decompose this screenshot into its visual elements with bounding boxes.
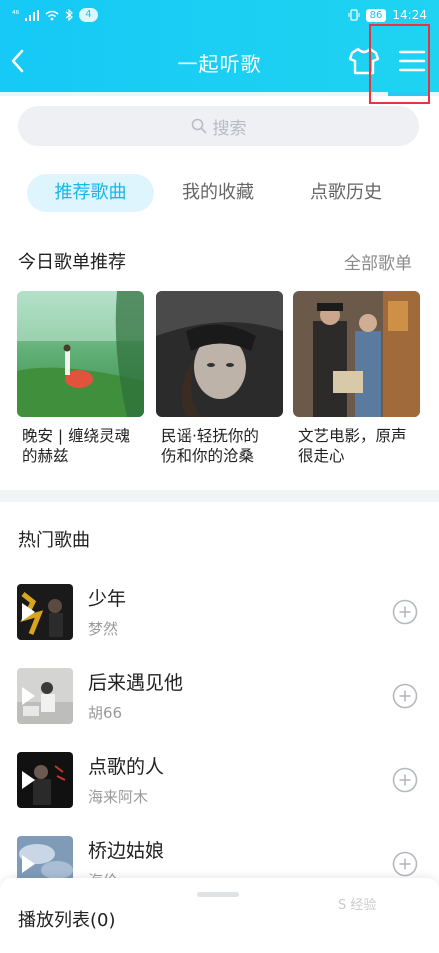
play-icon [22,603,35,621]
status-bar: ⁴⁶ 4 86 14:24 [0,0,439,30]
song-artist: 梦然 [88,620,119,638]
header-underline [0,92,439,96]
search-bar[interactable]: 搜索 [18,106,419,146]
all-playlists-link[interactable]: 全部歌单 [344,249,412,274]
notification-badge: 4 [79,8,98,22]
song-title: 点歌的人 [88,756,165,778]
app-header: ⁴⁶ 4 86 14:24 一起听歌 [0,0,439,96]
song-row[interactable]: 少年 梦然 [0,584,439,646]
playlist-caption-line2: 的赫兹 [22,447,69,465]
cell-signal-icon [25,9,40,21]
tab-recommended[interactable]: 推荐歌曲 [27,174,154,212]
play-icon [22,771,35,789]
daily-section-title: 今日歌单推荐 [18,252,126,273]
playlist-bottom-sheet[interactable]: 播放列表(0) S 经验 [0,878,439,953]
bluetooth-icon [65,9,74,21]
playlist-card[interactable]: 晚安 | 缠绕灵魂 的赫兹 [17,291,144,466]
play-icon [22,855,35,873]
add-circle-icon[interactable] [392,683,418,709]
play-icon [22,687,35,705]
playlist-cover-image [17,291,144,417]
song-title: 桥边姑娘 [88,840,165,862]
playlist-card[interactable]: 民谣·轻抚你的 伤和你的沧桑 [156,291,283,466]
wifi-icon [45,10,59,20]
song-title: 少年 [88,588,127,610]
clock: 14:24 [392,8,427,22]
song-row[interactable]: 后来遇见他 胡66 [0,668,439,730]
section-divider [0,490,439,502]
playlist-caption-line1: 晚安 | 缠绕灵魂 [22,427,131,445]
playlist-caption-line2: 伤和你的沧桑 [161,447,255,465]
playlist-cover-image [156,291,283,417]
add-circle-icon[interactable] [392,767,418,793]
title-row: 一起听歌 [0,36,439,88]
song-artist: 海来阿木 [88,788,149,806]
playlist-card[interactable]: 文艺电影，原声 很走心 [293,291,420,466]
song-artist: 胡66 [88,704,123,722]
skin-shirt-icon[interactable] [348,46,380,76]
add-circle-icon[interactable] [392,599,418,625]
playlist-caption-line1: 文艺电影，原声 [298,427,407,445]
menu-icon[interactable] [398,48,426,74]
hot-section-title: 热门歌曲 [18,530,90,551]
play-queue-label[interactable]: 播放列表(0) [18,906,116,932]
playlist-cover-image [293,291,420,417]
playlist-caption-line1: 民谣·轻抚你的 [161,427,259,445]
tab-history[interactable]: 点歌历史 [296,174,396,212]
watermark-text: S 经验 [338,898,377,913]
battery-indicator: 86 [365,8,387,22]
drag-handle[interactable] [197,892,239,897]
song-row[interactable]: 点歌的人 海来阿木 [0,752,439,814]
search-placeholder: 搜索 [212,118,247,139]
tab-favorites[interactable]: 我的收藏 [168,174,268,212]
tab-bar: 推荐歌曲 我的收藏 点歌历史 [0,174,439,214]
vibrate-icon [348,9,360,21]
search-icon [191,118,206,134]
signal-icon: ⁴⁶ [12,10,20,20]
song-title: 后来遇见他 [88,672,184,694]
add-circle-icon[interactable] [392,851,418,877]
playlist-caption-line2: 很走心 [298,447,345,465]
